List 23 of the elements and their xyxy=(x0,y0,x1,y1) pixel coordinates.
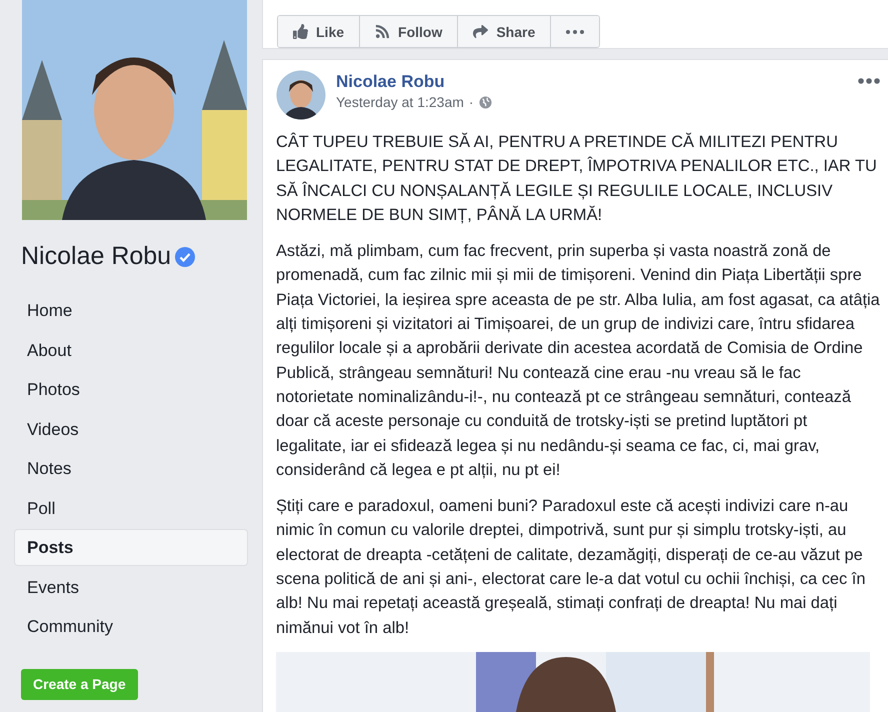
like-button[interactable]: Like xyxy=(278,16,360,47)
page-name: Nicolae Robu xyxy=(21,242,172,271)
nav-item[interactable]: Posts xyxy=(15,530,247,565)
separator: · xyxy=(468,94,474,110)
thumbs-up-icon xyxy=(293,24,308,39)
rss-icon xyxy=(375,24,390,39)
post-paragraph: Știți care e paradoxul, oameni buni? Paradoxul este că acești indivizi care n-au nimic în comun cu valorile dreptei, dimpotrivă, sunt pur și simplu trotsky-iști, au electorat de dreapta -cetățeni de calitate, dezamăgiți, disperați de ce-au văzut pe scena politică de ani și ani-, electorat care le-a dat votul cu ochii închiși, ca cec în alb! Nu mai repetați această greșeală, stimați confrați de dreapta! Nu mai dați nimănui vot în alb! xyxy=(276,496,866,639)
nav-item[interactable]: Poll xyxy=(15,490,247,526)
globe-icon xyxy=(478,96,492,108)
post-time[interactable]: Yesterday at 1:23am xyxy=(336,94,464,110)
post-paragraph: Astăzi, mă plimbam, cum fac frecvent, prin superba și vasta noastră zonă de promenadă, cum fac zilnic mii și mii de timișoreni. Venind din Piața Libertății spre Piața Victoriei, la ieșirea spre aceasta de pe str. Alba Iulia, am fost agasat, ca atâția alți timișoreni și vizitatori ai Timișoarei, de un grup de indivizi care, întru sfidarea regulilor locale și a aprobării derivate din acestea acordată de Comisia de Ordine Publică, strângeau semnături! Nu contează cine erau -nu vreau să le fac notorietate nominalizându-i!-, nu contează pt ce strângeau semnături, contează doar că aceste personaje cu conduită de trotsky-iști se pretind luptători pt legalitate, iar ei sfidează legea și nu nedându-și seama ce fac, ci, mai grav, considerând că legea e pt alții, nu pt ei! xyxy=(276,241,880,481)
nav-item[interactable]: Photos xyxy=(15,372,247,407)
nav-item[interactable]: Community xyxy=(15,609,247,644)
nav-item[interactable]: Notes xyxy=(15,451,247,486)
author-name[interactable]: Nicolae Robu xyxy=(336,72,848,92)
nav-item[interactable]: Videos xyxy=(15,412,247,446)
post-paragraph: CÂT TUPEU TREBUIE SĂ AI, PENTRU A PRETINDE CĂ MILITEZI PENTRU LEGALITATE, PENTRU STAT DE DREPT, ÎMPOTRIVA PENALILOR ETC., IAR TU SĂ ÎNCALCI CU NONȘALANȚĂ LEGILE ȘI REGULILE LOCALE, INCLUSIV NORMELE DE BUN SIMȚ, PÂNĂ LA URMĂ! xyxy=(276,132,878,226)
share-icon xyxy=(473,24,488,39)
nav-item[interactable]: Home xyxy=(15,293,247,328)
more-icon xyxy=(566,30,584,34)
post-options-icon[interactable] xyxy=(858,78,880,84)
nav-item[interactable]: Events xyxy=(15,570,247,604)
nav-item[interactable]: About xyxy=(15,332,247,368)
